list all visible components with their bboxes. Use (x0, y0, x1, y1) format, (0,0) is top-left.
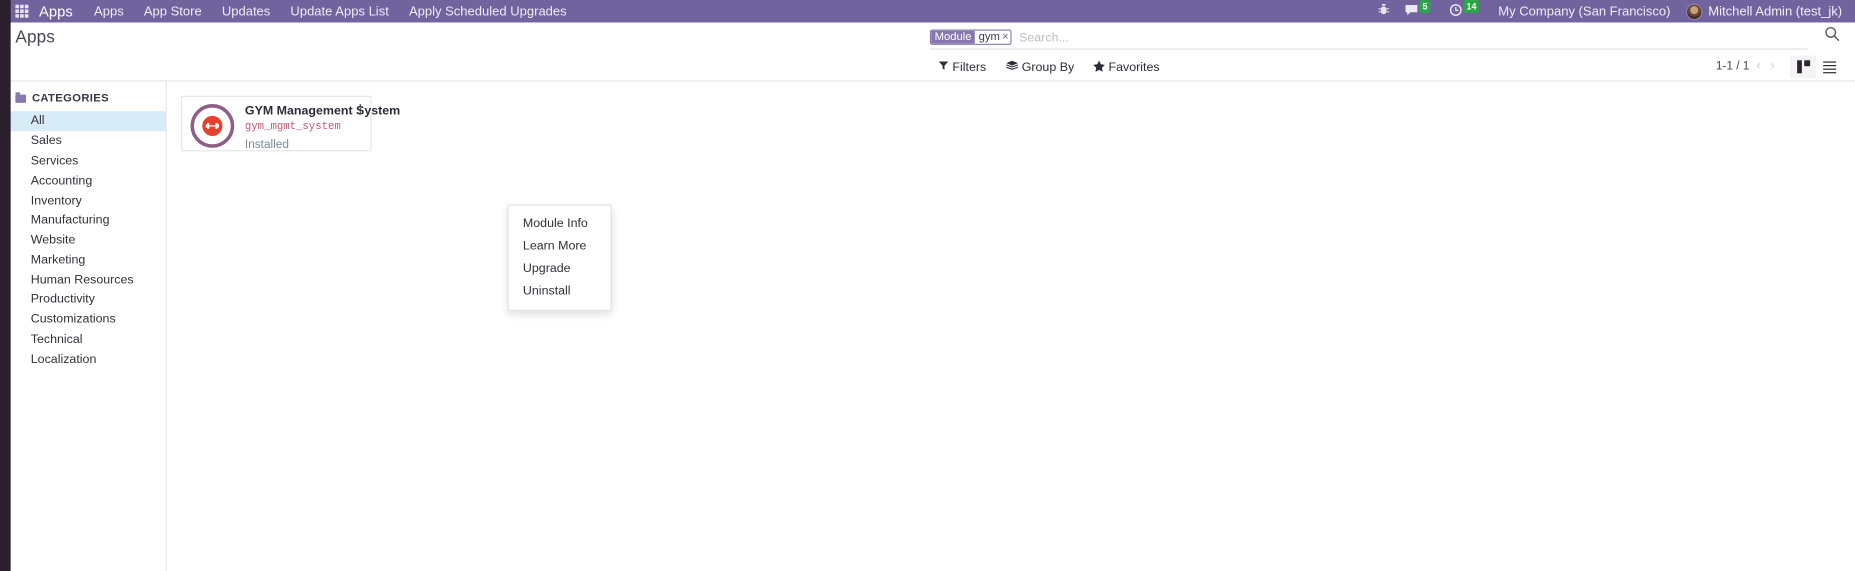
navbar-item-updates[interactable]: Updates (222, 4, 270, 18)
layers-icon (1005, 60, 1018, 73)
search-facet-value-wrap: gym × (975, 30, 1011, 44)
search-view: Module gym × (929, 29, 1808, 50)
sidebar-item-localization[interactable]: Localization (0, 349, 166, 369)
pager-counter[interactable]: 1-1 / 1 (1716, 60, 1750, 73)
sidebar-item-inventory[interactable]: Inventory (0, 190, 166, 210)
navbar-item-app-store[interactable]: App Store (144, 4, 202, 18)
favorites-button-label: Favorites (1108, 59, 1160, 74)
navbar-brand[interactable]: Apps (39, 3, 73, 20)
sidebar-item-human-resources[interactable]: Human Resources (0, 270, 166, 290)
categories-header: CATEGORIES (0, 92, 166, 111)
left-gutter-strip (0, 0, 11, 571)
control-panel-bottom-row: Filters Group By Favorites 1-1 / 1 ‹ › (0, 53, 1855, 82)
vertical-dots-icon[interactable] (355, 102, 366, 116)
search-facet-module[interactable]: Module gym × (929, 29, 1013, 45)
sidebar-item-productivity[interactable]: Productivity (0, 290, 166, 310)
filters-button[interactable]: Filters (938, 60, 986, 74)
search-dropdown-buttons: Filters Group By Favorites (938, 59, 1160, 74)
star-icon (1093, 60, 1105, 74)
filter-icon (938, 60, 949, 73)
activities-counter[interactable]: 14 (1449, 0, 1480, 20)
sidebar-item-accounting[interactable]: Accounting (0, 171, 166, 191)
module-card-body: GYM Management System gym_mgmt_system In… (244, 103, 401, 153)
categories-header-label: CATEGORIES (31, 92, 109, 106)
navbar-item-update-apps-list[interactable]: Update Apps List (290, 4, 388, 18)
pager-nav: ‹ › (1756, 60, 1774, 73)
top-navbar: Apps Apps App Store Updates Update Apps … (0, 0, 1855, 23)
messages-counter[interactable]: 5 (1404, 0, 1431, 20)
search-facet-label: Module (931, 30, 976, 44)
chevron-left-icon[interactable]: ‹ (1756, 60, 1760, 73)
module-status: Installed (244, 137, 289, 151)
sidebar-item-services[interactable]: Services (0, 151, 166, 171)
search-input[interactable] (1016, 29, 1808, 45)
chat-bubble-icon (1404, 3, 1418, 20)
search-facet-value: gym (978, 30, 1000, 44)
module-title: GYM Management System (244, 104, 401, 119)
bug-icon[interactable] (1378, 3, 1389, 20)
list-view-icon (1822, 60, 1836, 74)
dropdown-item-uninstall[interactable]: Uninstall (509, 280, 611, 303)
control-panel-right-group: 1-1 / 1 ‹ › (1716, 55, 1842, 79)
app-root: Apps Apps App Store Updates Update Apps … (0, 0, 1855, 571)
favorites-button[interactable]: Favorites (1093, 59, 1160, 74)
activities-badge: 14 (1463, 0, 1480, 14)
module-actions-dropdown: Module Info Learn More Upgrade Uninstall (507, 204, 612, 311)
dropdown-item-upgrade[interactable]: Upgrade (509, 257, 611, 280)
module-technical-name: gym_mgmt_system (244, 120, 341, 133)
folder-icon (15, 92, 27, 103)
close-icon[interactable]: × (1002, 31, 1008, 43)
kanban-view: GYM Management System gym_mgmt_system In… (166, 81, 1855, 571)
navbar-item-apps[interactable]: Apps (94, 4, 124, 18)
company-switcher[interactable]: My Company (San Francisco) (1498, 4, 1670, 18)
control-panel: Apps Module gym × Search... Filters Grou… (0, 22, 1855, 82)
group-by-button-label: Group By (1021, 59, 1075, 74)
dropdown-item-module-info[interactable]: Module Info (509, 212, 611, 235)
sidebar-item-website[interactable]: Website (0, 230, 166, 250)
sidebar-item-manufacturing[interactable]: Manufacturing (0, 210, 166, 230)
list-view-button[interactable] (1816, 56, 1842, 78)
navbar-item-apply-scheduled-upgrades[interactable]: Apply Scheduled Upgrades (409, 4, 567, 18)
group-by-button[interactable]: Group By (1005, 60, 1074, 74)
view-switcher (1790, 55, 1842, 79)
control-panel-top-row: Apps Module gym × (0, 22, 1855, 53)
kanban-view-button[interactable] (1790, 55, 1817, 79)
chevron-right-icon[interactable]: › (1770, 60, 1774, 73)
dumbbell-icon (189, 103, 235, 149)
categories-sidebar: CATEGORIES All Sales Services Accounting… (0, 81, 167, 571)
search-icon[interactable] (1824, 26, 1840, 47)
sidebar-item-all[interactable]: All (0, 111, 166, 131)
avatar (1685, 2, 1703, 20)
user-menu-label: Mitchell Admin (test_jk) (1708, 4, 1843, 19)
navbar-right-group: 5 14 My Company (San Francisco) Mitchell… (1378, 0, 1855, 20)
messages-badge: 5 (1419, 0, 1431, 14)
kanban-view-icon (1796, 60, 1810, 74)
clock-icon (1449, 3, 1462, 20)
user-menu[interactable]: Mitchell Admin (test_jk) (1685, 2, 1843, 20)
sidebar-item-sales[interactable]: Sales (0, 131, 166, 151)
module-kanban-card[interactable]: GYM Management System gym_mgmt_system In… (181, 95, 401, 153)
sidebar-item-technical[interactable]: Technical (0, 329, 166, 349)
sidebar-item-customizations[interactable]: Customizations (0, 310, 166, 330)
sidebar-item-marketing[interactable]: Marketing (0, 250, 166, 270)
filters-button-label: Filters (952, 59, 987, 74)
content-area: CATEGORIES All Sales Services Accounting… (0, 81, 1855, 571)
dropdown-item-learn-more[interactable]: Learn More (509, 234, 611, 257)
apps-grid-icon[interactable] (15, 4, 29, 18)
